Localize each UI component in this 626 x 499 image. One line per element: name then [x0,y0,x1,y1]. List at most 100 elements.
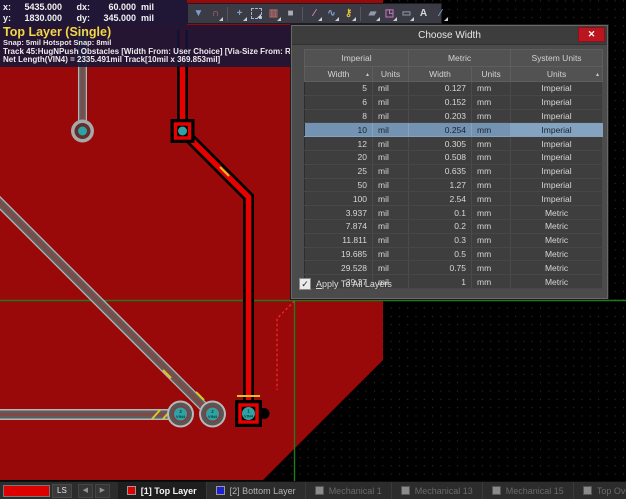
apply-to-all-checkbox[interactable]: ✓ [299,278,311,290]
width-cell[interactable]: 0.635 [409,164,472,178]
width-cell[interactable]: mil [373,247,409,261]
width-row[interactable]: 7.874mil0.2mmMetric [305,219,603,233]
width-cell[interactable]: mm [472,219,511,233]
width-row[interactable]: 6mil0.152mmImperial [305,95,603,109]
width-row[interactable]: 8mil0.203mmImperial [305,109,603,123]
histogram-icon[interactable]: ▥ [266,6,281,21]
layer-tab-mechanical-13[interactable]: Mechanical 13 [392,482,483,499]
width-cell[interactable]: mil [373,164,409,178]
layer-tab-mechanical-1[interactable]: Mechanical 1 [306,482,392,499]
width-cell[interactable]: 11.811 [305,233,373,247]
select-area-icon[interactable] [251,8,262,19]
width-row[interactable]: 50mil1.27mmImperial [305,178,603,192]
measure-icon[interactable]: ∕ [307,6,322,21]
width-cell[interactable]: Metric [511,261,603,275]
tabs-scroll-right-icon[interactable]: ▶ [95,484,110,498]
width-cell[interactable]: mm [472,275,511,289]
width-cell[interactable]: mm [472,82,511,96]
magnet-snap-icon[interactable]: ∩ [208,6,223,21]
width-cell[interactable]: mil [373,123,409,137]
width-cell[interactable]: 12 [305,137,373,151]
width-cell[interactable]: 0.3 [409,233,472,247]
width-cell[interactable]: 25 [305,164,373,178]
width-cell[interactable]: mm [472,178,511,192]
width-cell[interactable]: 3.937 [305,206,373,220]
width-cell[interactable]: 50 [305,178,373,192]
width-cell[interactable]: 100 [305,192,373,206]
layer-tab-2-bottom-layer[interactable]: [2] Bottom Layer [207,482,306,499]
width-cell[interactable]: 0.254 [409,123,472,137]
width-cell[interactable]: Metric [511,219,603,233]
width-row-selected[interactable]: 10mil0.254mmImperial [305,123,603,137]
width-cell[interactable]: 0.305 [409,137,472,151]
width-cell[interactable]: mm [472,247,511,261]
width-cell[interactable]: mil [373,178,409,192]
width-cell[interactable]: mm [472,164,511,178]
col-header-imperial-width[interactable]: Width▴ [305,67,373,82]
move-icon[interactable]: + [232,6,247,21]
width-cell[interactable]: mm [472,123,511,137]
col-header-system-units[interactable]: Units▴ [511,67,603,82]
line-icon[interactable]: ∕ [433,6,448,21]
width-cell[interactable]: mil [373,137,409,151]
width-cell[interactable]: 0.1 [409,206,472,220]
width-cell[interactable]: 5 [305,82,373,96]
width-row[interactable]: 3.937mil0.1mmMetric [305,206,603,220]
width-cell[interactable]: Imperial [511,150,603,164]
width-cell[interactable]: 1 [409,275,472,289]
width-cell[interactable]: 0.75 [409,261,472,275]
paste-special-icon[interactable]: ◳ [382,6,397,21]
col-header-metric-units[interactable]: Units [472,67,511,82]
text-string-icon[interactable]: A [416,6,431,21]
width-cell[interactable]: Imperial [511,95,603,109]
width-cell[interactable]: Imperial [511,82,603,96]
width-cell[interactable]: 6 [305,95,373,109]
width-row[interactable]: 20mil0.508mmImperial [305,150,603,164]
width-cell[interactable]: Metric [511,206,603,220]
width-row[interactable]: 19.685mil0.5mmMetric [305,247,603,261]
polygon-pour-icon[interactable]: ▰ [365,6,380,21]
width-cell[interactable]: 0.152 [409,95,472,109]
via-bottom-left[interactable]: 3 VIN4 [167,401,194,428]
layer-sets-button[interactable]: LS [52,484,72,498]
width-cell[interactable]: 0.508 [409,150,472,164]
layer-tab-top-overlay[interactable]: Top Overlay [574,482,626,499]
width-cell[interactable]: Imperial [511,137,603,151]
width-cell[interactable]: Metric [511,275,603,289]
width-cell[interactable]: 29.528 [305,261,373,275]
dialog-titlebar[interactable]: Choose Width ✕ [292,26,607,45]
width-row[interactable]: 29.528mil0.75mmMetric [305,261,603,275]
width-cell[interactable]: mm [472,137,511,151]
filter-icon[interactable]: ▼ [191,6,206,21]
width-cell[interactable]: Imperial [511,109,603,123]
width-cell[interactable]: mil [373,95,409,109]
width-cell[interactable]: mm [472,150,511,164]
width-cell[interactable]: 0.5 [409,247,472,261]
polyline-route-icon[interactable]: ∿ [324,6,339,21]
active-layer-color-swatch[interactable] [3,485,50,497]
pad-route-corner[interactable] [171,119,195,143]
width-row[interactable]: 5mil0.127mmImperial [305,82,603,96]
width-row[interactable]: 12mil0.305mmImperial [305,137,603,151]
width-row[interactable]: 25mil0.635mmImperial [305,164,603,178]
width-cell[interactable]: Imperial [511,123,603,137]
col-header-metric-width[interactable]: Width [409,67,472,82]
width-cell[interactable]: 8 [305,109,373,123]
width-cell[interactable]: mil [373,206,409,220]
width-cell[interactable]: mm [472,261,511,275]
width-cell[interactable]: Imperial [511,164,603,178]
width-cell[interactable]: mil [373,109,409,123]
width-cell[interactable]: Metric [511,233,603,247]
width-cell[interactable]: mil [373,150,409,164]
width-cell[interactable]: Metric [511,247,603,261]
width-row[interactable]: 11.811mil0.3mmMetric [305,233,603,247]
width-cell[interactable]: mm [472,206,511,220]
layer-tab-mechanical-15[interactable]: Mechanical 15 [483,482,574,499]
via-top[interactable] [71,120,94,143]
width-row[interactable]: 100mil2.54mmImperial [305,192,603,206]
width-cell[interactable]: 0.203 [409,109,472,123]
width-cell[interactable]: mil [373,192,409,206]
width-cell[interactable]: mm [472,192,511,206]
close-icon[interactable]: ✕ [578,27,605,42]
width-cell[interactable]: 10 [305,123,373,137]
